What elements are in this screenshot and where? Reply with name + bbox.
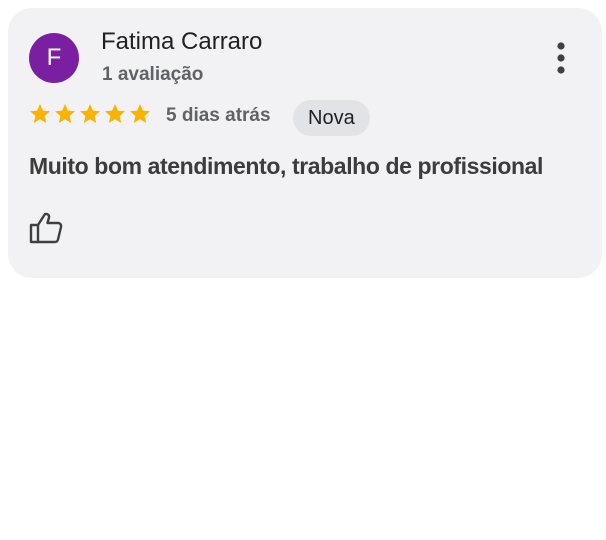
star-icon [130, 104, 150, 123]
like-button[interactable] [26, 208, 66, 248]
star-icon [105, 104, 125, 123]
star-icon [80, 104, 100, 123]
avatar[interactable]: F [29, 33, 79, 83]
author-review-count: 1 avaliação [102, 64, 204, 85]
author-name[interactable]: Fatima Carraro [101, 28, 262, 56]
star-icon [55, 104, 75, 123]
star-icon [30, 104, 50, 123]
review-text: Muito bom atendimento, trabalho de profi… [29, 153, 544, 179]
star-rating [28, 102, 152, 126]
more-options-button[interactable] [544, 36, 578, 80]
review-card: F Fatima Carraro 1 avaliação 5 dias atrá… [8, 8, 602, 278]
new-badge: Nova [293, 100, 370, 136]
thumb-up-icon [29, 212, 63, 244]
more-vert-icon [557, 42, 565, 74]
review-date: 5 dias atrás [166, 105, 271, 126]
